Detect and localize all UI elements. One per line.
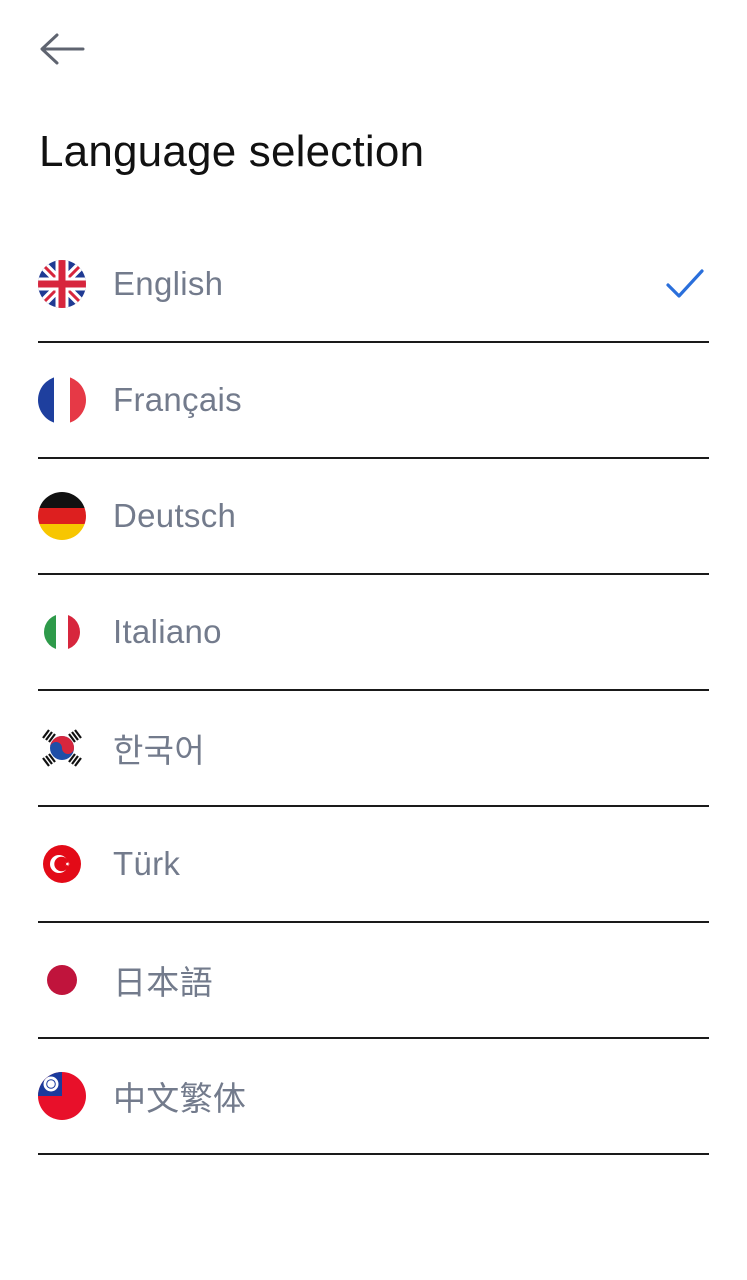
language-selection-screen: Language selection English Français Deut… — [0, 0, 747, 1280]
japan-flag-icon — [38, 956, 86, 1004]
language-item-korean[interactable]: 한국어 — [38, 691, 709, 807]
back-button[interactable] — [30, 24, 94, 74]
page-title: Language selection — [39, 127, 425, 176]
germany-flag-icon — [38, 492, 86, 540]
language-item-traditional-chinese[interactable]: 中文繁体 — [38, 1039, 709, 1155]
language-label: Français — [113, 381, 242, 418]
language-item-italian[interactable]: Italiano — [38, 575, 709, 691]
taiwan-flag-icon — [38, 1072, 86, 1120]
language-item-french[interactable]: Français — [38, 343, 709, 459]
language-label: 中文繁体 — [113, 1080, 247, 1117]
turkey-flag-icon — [38, 840, 86, 888]
italy-flag-icon — [38, 608, 86, 656]
language-item-japanese[interactable]: 日本語 — [38, 923, 709, 1039]
language-list: English Français Deutsch Italiano 한국어 Tü… — [38, 227, 709, 1155]
france-flag-icon — [38, 376, 86, 424]
language-label: 한국어 — [113, 732, 205, 769]
language-label: 日本語 — [113, 964, 213, 1001]
language-label: Türk — [113, 845, 181, 882]
korea-flag-icon — [38, 724, 86, 772]
language-item-german[interactable]: Deutsch — [38, 459, 709, 575]
uk-flag-icon — [38, 260, 86, 308]
language-item-english[interactable]: English — [38, 227, 709, 343]
language-label: Deutsch — [113, 497, 237, 534]
language-label: English — [113, 265, 224, 302]
arrow-left-icon — [40, 33, 85, 65]
language-item-turkish[interactable]: Türk — [38, 807, 709, 923]
language-label: Italiano — [113, 613, 222, 650]
checkmark-icon — [666, 269, 704, 298]
